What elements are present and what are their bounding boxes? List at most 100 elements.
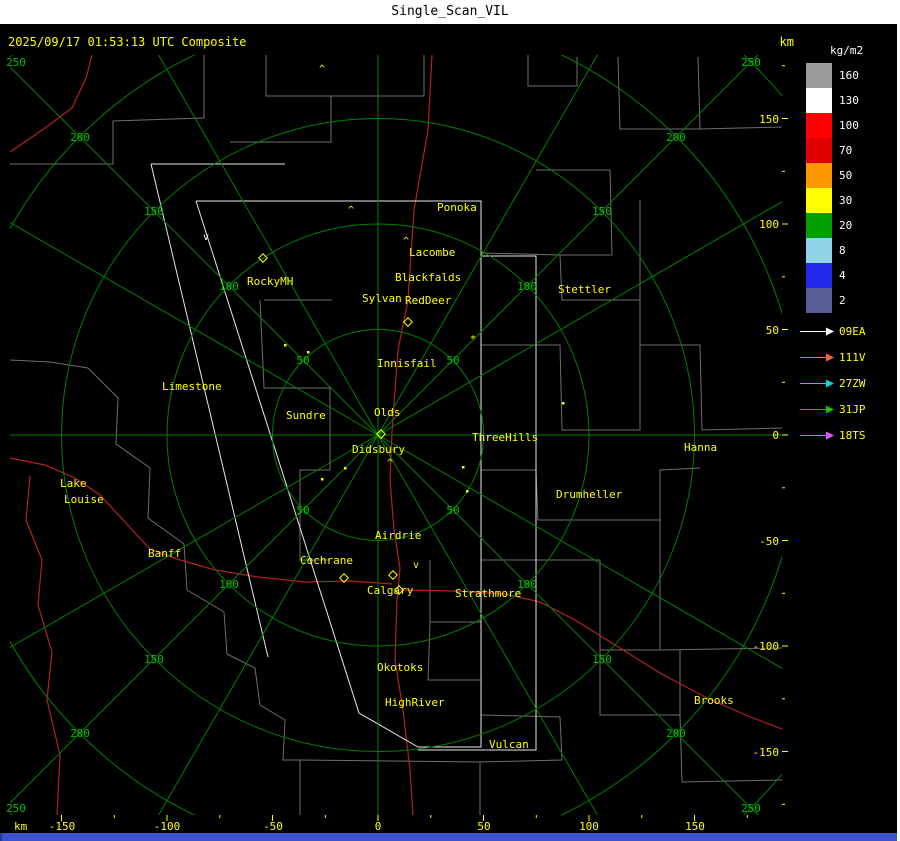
city-label: Limestone	[162, 380, 222, 393]
city-labels: Ponoka Lacombe Blackfalds Sylvan RedDeer Rock…	[60, 201, 734, 751]
bottom-axis-tick-label: -150	[49, 820, 76, 833]
radar-legend-row: 18TS	[798, 422, 898, 448]
legend-entry: 20	[798, 213, 898, 238]
city-label: Okotoks	[377, 661, 423, 674]
legend-value: 50	[839, 169, 853, 182]
city-label: Louise	[64, 493, 104, 506]
city-label: Didsbury	[352, 443, 405, 456]
legend-value: 30	[839, 194, 853, 207]
range-label: 50	[296, 354, 309, 367]
town-dot-marker-icon	[466, 490, 469, 493]
city-label: Banff	[148, 547, 181, 560]
legend-value: 20	[839, 219, 853, 232]
city-label: Strathmore	[455, 587, 521, 600]
horizontal-scrollbar[interactable]	[0, 833, 900, 841]
legend-entry: 130	[798, 88, 898, 113]
caret-marker-icon: ^	[403, 236, 409, 247]
city-label: RockyMH	[247, 275, 293, 288]
city-label: Ponoka	[437, 201, 477, 214]
bottom-axis-tick-label: 150	[685, 820, 705, 833]
range-label: 150	[592, 205, 612, 218]
legend-entry: 100	[798, 113, 898, 138]
legend-color-swatch	[806, 288, 832, 313]
legend-entry: 4	[798, 263, 898, 288]
range-label: 150	[144, 653, 164, 666]
radar-arrow-icon	[800, 431, 834, 439]
legend-color-swatch	[806, 63, 832, 88]
city-label: Calgary	[367, 584, 414, 597]
legend-value: 160	[839, 69, 859, 82]
city-label: Sylvan	[362, 292, 402, 305]
city-label: Brooks	[694, 694, 734, 707]
city-label: Airdrie	[375, 529, 421, 542]
radar-id-label: 27ZW	[839, 376, 866, 390]
right-axis-tick-label: -150	[753, 746, 780, 759]
bottom-axis-tick-label: -50	[263, 820, 283, 833]
radar-legend-row: 09EA	[798, 318, 898, 344]
town-dot-marker-icon	[462, 466, 465, 469]
right-axis-tick-label: 150	[759, 113, 779, 126]
legend-panel: kg/m2 160 130 100 70 50 30 20 8 4 2 09EA 111V 27ZW 3…	[798, 44, 898, 448]
radar-legend-row: 31JP	[798, 396, 898, 422]
legend-color-swatch	[806, 238, 832, 263]
azimuth-spokes	[10, 55, 782, 815]
legend-entry: 70	[798, 138, 898, 163]
city-label: ThreeHills	[472, 431, 538, 444]
asterisk-marker-icon: *	[470, 334, 476, 345]
range-label: 100	[219, 578, 239, 591]
map-markers: ^ ^ ^ ^ * v v	[203, 64, 565, 595]
radar-id-label: 09EA	[839, 324, 866, 338]
radar-arrow-icon	[800, 353, 834, 361]
range-label: 150	[144, 205, 164, 218]
town-dot-marker-icon	[307, 351, 310, 354]
range-label: 50	[446, 354, 459, 367]
right-axis-tick-label: -100	[753, 640, 780, 653]
color-scale: 160 130 100 70 50 30 20 8 4 2	[798, 63, 898, 313]
range-label: 250	[6, 802, 26, 815]
city-label: Blackfalds	[395, 271, 461, 284]
legend-value: 100	[839, 119, 859, 132]
legend-color-swatch	[806, 163, 832, 188]
legend-color-swatch	[806, 88, 832, 113]
radar-arrow-icon	[800, 327, 834, 335]
vee-marker-icon: v	[203, 232, 209, 243]
radar-legend-row: 27ZW	[798, 370, 898, 396]
vee-marker-icon: v	[413, 560, 419, 571]
legend-entry: 30	[798, 188, 898, 213]
range-label: 250	[741, 802, 761, 815]
range-label: 250	[741, 56, 761, 69]
legend-value: 2	[839, 294, 846, 307]
radar-arrow-icon	[800, 405, 834, 413]
range-label: 250	[6, 56, 26, 69]
radar-site-legend: 09EA 111V 27ZW 31JP 18TS	[798, 318, 898, 448]
right-axis-tick-label: 50	[766, 324, 779, 337]
range-label: 200	[666, 727, 686, 740]
radar-site-marker-icon	[403, 317, 413, 327]
city-label: Innisfail	[377, 357, 437, 370]
range-label: 200	[70, 727, 90, 740]
range-label: 200	[70, 131, 90, 144]
radar-arrow-icon	[800, 379, 834, 387]
legend-color-swatch	[806, 113, 832, 138]
coverage-outlines	[150, 163, 537, 751]
town-dot-marker-icon	[562, 402, 565, 405]
legend-color-swatch	[806, 138, 832, 163]
city-label: Cochrane	[300, 554, 353, 567]
right-axis-tick-label: 100	[759, 218, 779, 231]
city-label: Hanna	[684, 441, 717, 454]
legend-unit-label: kg/m2	[830, 44, 864, 57]
city-label: Lake	[60, 477, 87, 490]
town-dot-marker-icon	[284, 344, 287, 347]
legend-color-swatch	[806, 213, 832, 238]
city-label: Sundre	[286, 409, 326, 422]
map-layers	[10, 55, 782, 815]
legend-color-swatch	[806, 188, 832, 213]
bottom-axis-tick-label: 100	[579, 820, 599, 833]
range-label: 50	[296, 504, 309, 517]
caret-marker-icon: ^	[387, 458, 393, 469]
right-axis-tick-label: -50	[759, 535, 779, 548]
city-label: HighRiver	[385, 696, 445, 709]
bottom-axis-unit-label: km	[14, 820, 28, 833]
city-label: Vulcan	[489, 738, 529, 751]
legend-entry: 2	[798, 288, 898, 313]
